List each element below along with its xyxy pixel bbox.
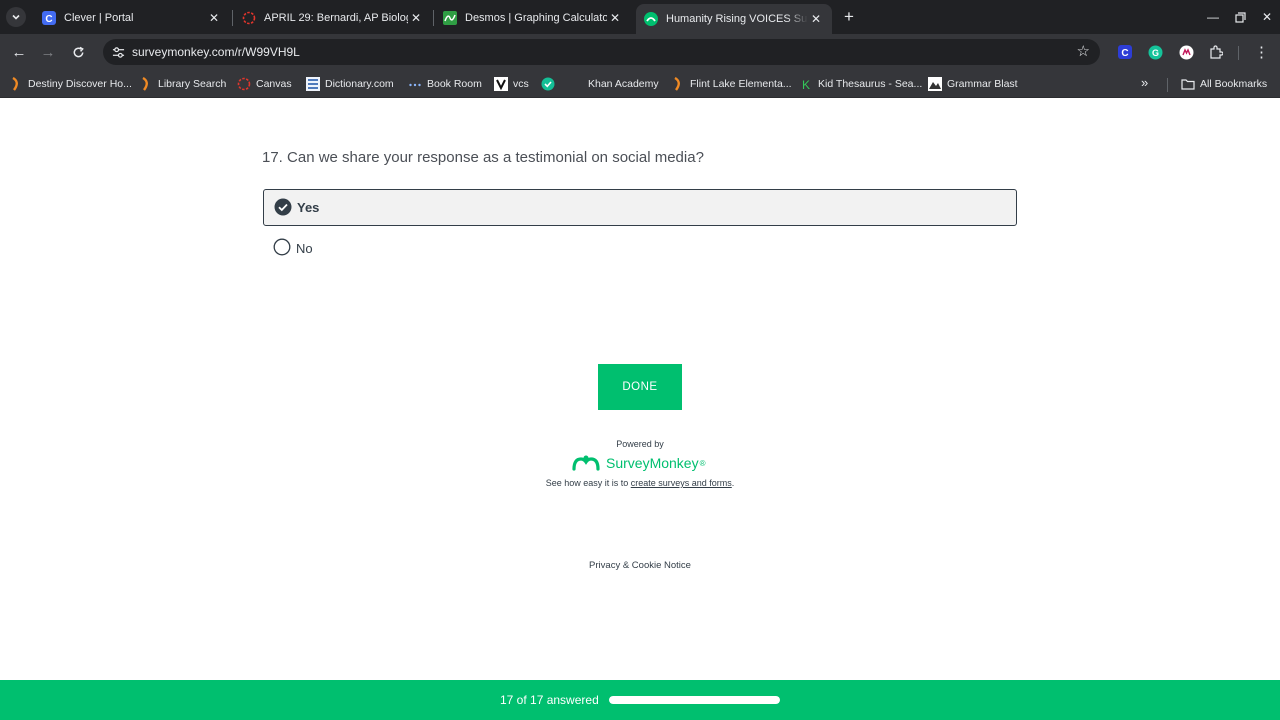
close-icon[interactable]: ✕ — [607, 10, 623, 26]
folder-icon — [1181, 77, 1195, 91]
bookmark-book-room[interactable]: Book Room — [408, 76, 482, 92]
profile-extension-icon[interactable] — [1178, 44, 1194, 60]
tab-title: Humanity Rising VOICES Survey — [666, 13, 808, 25]
bookmarks-divider — [1167, 78, 1168, 92]
back-button[interactable]: ← — [9, 42, 29, 62]
surveymonkey-logo[interactable]: SurveyMonkey ® — [572, 453, 712, 473]
bookmark-flint-lake[interactable]: Flint Lake Elementa... — [671, 76, 792, 92]
destiny-icon — [9, 77, 23, 91]
bookmark-khan-academy[interactable]: Khan Academy — [569, 76, 659, 92]
checked-radio-icon — [274, 198, 292, 216]
bookmark-vcs[interactable]: vcs — [494, 76, 529, 92]
answer-option-no[interactable]: No — [263, 236, 1017, 260]
tab-humanity-rising-survey[interactable]: Humanity Rising VOICES Survey ✕ — [636, 4, 832, 34]
svg-text:C: C — [45, 14, 52, 25]
tab-strip: C Clever | Portal ✕ APRIL 29: Bernardi, … — [0, 0, 1280, 34]
arrow-left-icon: ← — [11, 43, 27, 61]
tab-title: APRIL 29: Bernardi, AP Biology — [264, 12, 408, 24]
plus-icon: + — [844, 7, 854, 26]
forward-button[interactable]: → — [38, 42, 58, 62]
khan-icon — [569, 77, 583, 91]
tab-divider — [232, 10, 233, 26]
grammarly-extension-icon[interactable]: G — [1147, 44, 1163, 60]
canvas-icon — [242, 11, 256, 25]
tab-divider — [433, 10, 434, 26]
create-surveys-link[interactable]: create surveys and forms — [631, 478, 732, 488]
toolbar-divider — [1238, 46, 1239, 60]
minimize-icon: — — [1207, 10, 1219, 24]
bookmarks-overflow-icon[interactable]: » — [1141, 75, 1148, 90]
tab-ap-biology[interactable]: APRIL 29: Bernardi, AP Biology ✕ — [234, 4, 432, 32]
radio-unchecked-icon — [273, 238, 291, 256]
restore-icon — [1234, 11, 1246, 23]
dots-icon — [408, 77, 422, 91]
bookmark-library-search[interactable]: Library Search — [139, 76, 226, 92]
answer-option-yes[interactable]: Yes — [263, 189, 1017, 226]
reload-icon — [73, 46, 84, 57]
clever-icon: C — [42, 11, 56, 25]
svg-text:K: K — [802, 78, 810, 91]
minimize-button[interactable]: — — [1204, 8, 1222, 26]
dictionary-icon — [306, 77, 320, 91]
new-tab-button[interactable]: + — [840, 8, 858, 26]
k-icon: K — [799, 77, 813, 91]
progress-track — [609, 696, 780, 704]
window-close-button[interactable]: ✕ — [1258, 8, 1276, 26]
bookmark-dictionary[interactable]: Dictionary.com — [306, 76, 394, 92]
tab-title: Clever | Portal — [64, 12, 134, 24]
bookmark-star-icon[interactable]: ☆ — [1077, 42, 1090, 60]
svg-text:G: G — [1151, 48, 1158, 58]
canvas-icon — [237, 77, 251, 91]
bookmark-destiny-discover[interactable]: Destiny Discover Ho... — [9, 76, 132, 92]
answer-label: No — [296, 241, 313, 256]
bookmark-grammar-blast[interactable]: Grammar Blast — [928, 76, 1018, 92]
url-text[interactable]: surveymonkey.com/r/W99VH9L — [132, 45, 300, 59]
tab-desmos[interactable]: Desmos | Graphing Calculator ✕ — [435, 4, 631, 32]
close-icon[interactable]: ✕ — [408, 10, 424, 26]
create-surveys-text: See how easy it is to create surveys and… — [545, 478, 735, 488]
surveymonkey-logo-icon — [572, 455, 600, 471]
tab-search-button[interactable] — [6, 7, 26, 27]
close-icon: ✕ — [1261, 10, 1273, 24]
grammar-icon — [928, 77, 942, 91]
powered-by-text: Powered by — [616, 439, 664, 449]
restore-button[interactable] — [1231, 8, 1249, 26]
bookmark-shield[interactable] — [541, 76, 560, 92]
clever-extension-icon[interactable]: C — [1117, 44, 1133, 60]
destiny-icon — [671, 77, 685, 91]
tab-title: Desmos | Graphing Calculator — [465, 12, 607, 24]
question-title: 17. Can we share your response as a test… — [262, 149, 704, 166]
destiny-icon — [139, 77, 153, 91]
site-settings-icon[interactable] — [110, 44, 126, 60]
answer-label: Yes — [297, 200, 320, 215]
tab-clever[interactable]: C Clever | Portal ✕ — [34, 4, 230, 32]
arrow-right-icon: → — [40, 43, 56, 61]
surveymonkey-icon — [644, 12, 658, 26]
extensions-puzzle-icon[interactable] — [1208, 44, 1224, 60]
privacy-cookie-link[interactable]: Privacy & Cookie Notice — [540, 560, 740, 571]
all-bookmarks-button[interactable]: All Bookmarks — [1181, 76, 1267, 92]
svg-text:C: C — [1121, 48, 1128, 59]
brand-trademark: ® — [699, 458, 706, 468]
bookmarks-bar: Destiny Discover Ho... Library Search Ca… — [0, 70, 1280, 98]
progress-text: 17 of 17 answered — [500, 693, 599, 707]
reload-button[interactable] — [68, 42, 88, 62]
done-button[interactable]: DONE — [598, 364, 682, 410]
brand-name: SurveyMonkey — [606, 455, 699, 471]
progress-fill — [609, 696, 780, 704]
survey-page: 17. Can we share your response as a test… — [0, 102, 1280, 680]
close-icon[interactable]: ✕ — [808, 11, 824, 27]
close-icon[interactable]: ✕ — [206, 10, 222, 26]
browser-menu-icon[interactable]: ⋮ — [1254, 44, 1269, 62]
browser-toolbar: ← → surveymonkey.com/r/W99VH9L ☆ C G — [0, 34, 1280, 70]
bookmark-canvas[interactable]: Canvas — [237, 76, 292, 92]
desmos-icon — [443, 11, 457, 25]
vcs-icon — [494, 77, 508, 91]
address-bar[interactable]: surveymonkey.com/r/W99VH9L ☆ — [103, 39, 1100, 65]
progress-footer: 17 of 17 answered — [0, 680, 1280, 720]
chevron-down-icon — [12, 14, 20, 20]
shield-icon — [541, 77, 555, 91]
bookmark-kid-thesaurus[interactable]: K Kid Thesaurus - Sea... — [799, 76, 922, 92]
